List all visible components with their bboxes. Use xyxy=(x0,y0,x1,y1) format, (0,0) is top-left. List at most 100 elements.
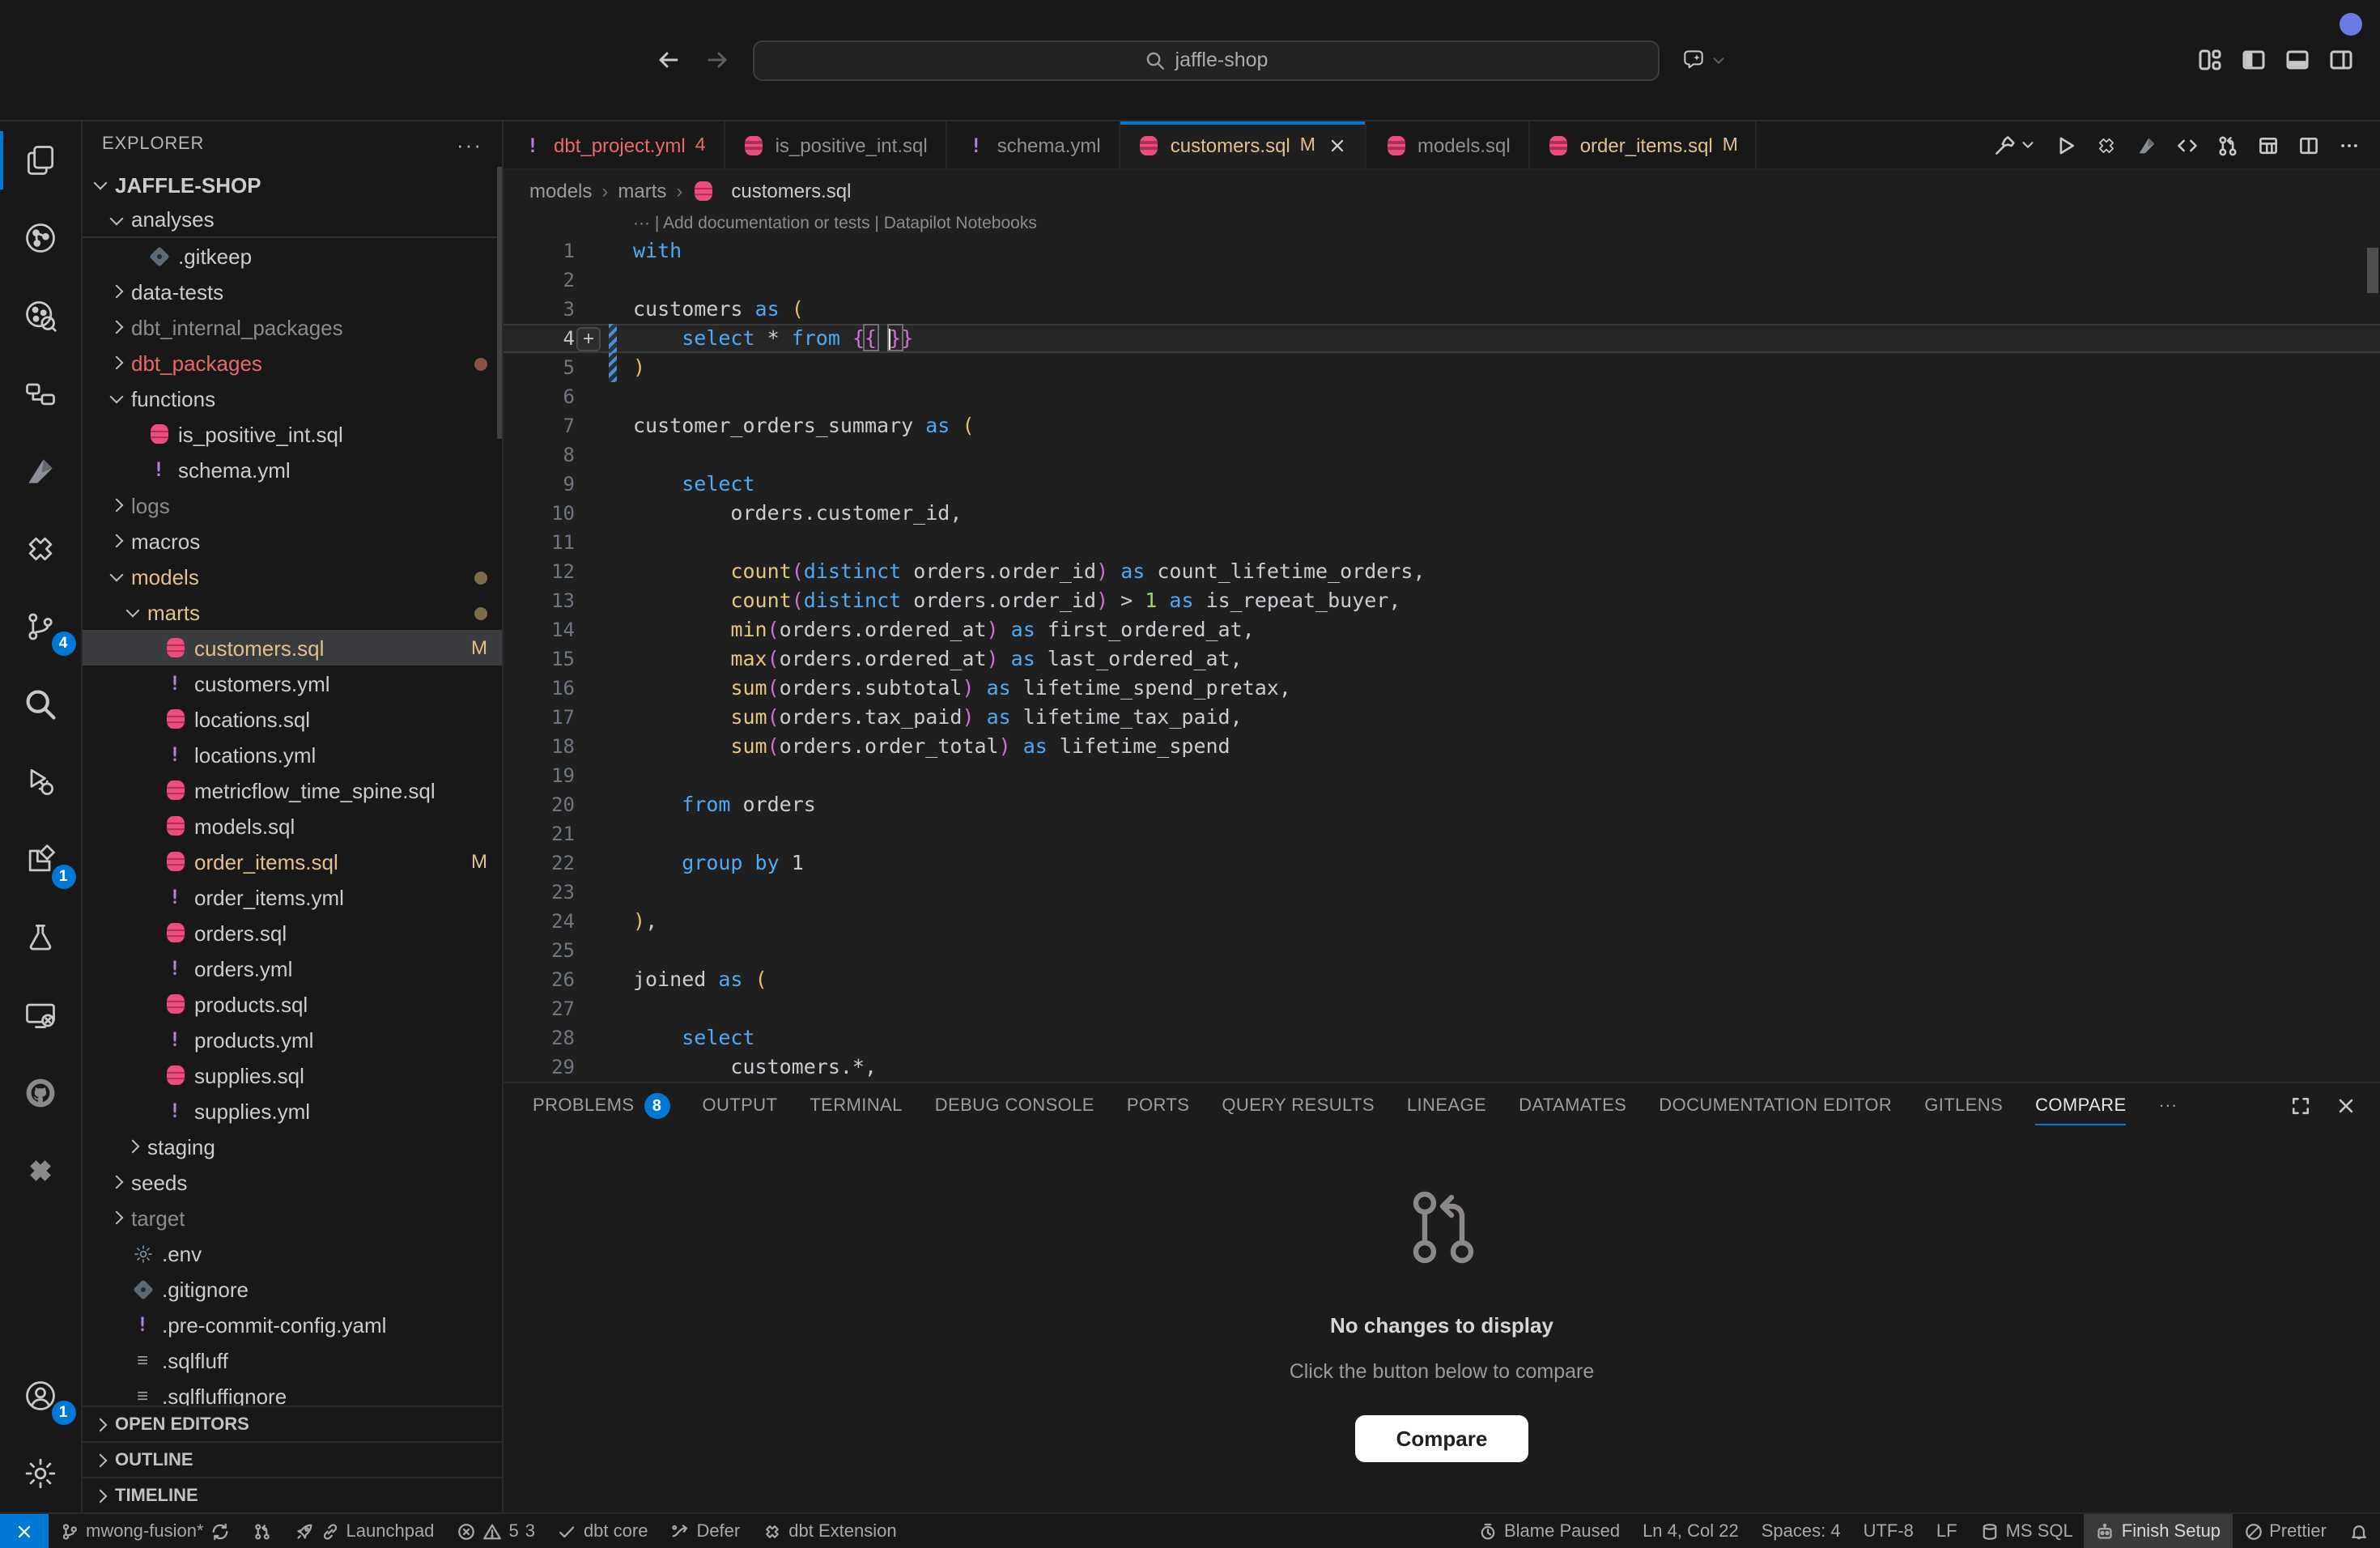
tree-item-supplies.sql[interactable]: supplies.sql xyxy=(83,1057,502,1093)
x-cross-icon[interactable] xyxy=(2095,134,2118,156)
tree-item-schema.yml[interactable]: !schema.yml xyxy=(83,452,502,487)
activity-explorer[interactable] xyxy=(0,121,82,199)
panel-tab-query-results[interactable]: QUERY RESULTS xyxy=(1222,1083,1375,1129)
dbt-logo-icon[interactable] xyxy=(2136,134,2158,156)
panel-tab-lineage[interactable]: LINEAGE xyxy=(1407,1083,1486,1129)
panel-tab-documentation-editor[interactable]: DOCUMENTATION EDITOR xyxy=(1659,1083,1892,1129)
code-line-6[interactable]: 6 xyxy=(504,382,2380,411)
status-encoding[interactable]: UTF-8 xyxy=(1852,1514,1925,1548)
tree-item-supplies.yml[interactable]: !supplies.yml xyxy=(83,1093,502,1129)
code-line-7[interactable]: 7customer_orders_summary as ( xyxy=(504,411,2380,440)
tree-item-.env[interactable]: .env xyxy=(83,1235,502,1271)
tree-item-is_positive_int.sql[interactable]: is_positive_int.sql xyxy=(83,416,502,452)
code-line-4[interactable]: 4+ select * from {{ }} xyxy=(504,324,2380,353)
tree-item-macros[interactable]: macros xyxy=(83,523,502,559)
status-cursor-position[interactable]: Ln 4, Col 22 xyxy=(1631,1514,1750,1548)
add-line-button[interactable]: + xyxy=(576,326,601,351)
status-blame[interactable]: Blame Paused xyxy=(1467,1514,1631,1548)
code-line-28[interactable]: 28 select xyxy=(504,1023,2380,1053)
code-line-20[interactable]: 20 from orders xyxy=(504,790,2380,819)
tree-item-customers.sql[interactable]: customers.sqlM xyxy=(83,630,502,666)
code-line-27[interactable]: 27 xyxy=(504,994,2380,1023)
customize-layout-icon[interactable] xyxy=(2197,47,2223,73)
code-line-15[interactable]: 15 max(orders.ordered_at) as last_ordere… xyxy=(504,644,2380,674)
toggle-secondary-sidebar-icon[interactable] xyxy=(2328,47,2354,73)
panel-tab-compare[interactable]: COMPARE xyxy=(2035,1083,2126,1129)
sidebar-scrollbar[interactable] xyxy=(497,167,502,439)
code-icon[interactable] xyxy=(2176,134,2199,156)
toggle-panel-icon[interactable] xyxy=(2284,47,2310,73)
panel-tab-output[interactable]: OUTPUT xyxy=(702,1083,777,1129)
tree-item-products.yml[interactable]: !products.yml xyxy=(83,1022,502,1057)
tree-item-order_items.yml[interactable]: !order_items.yml xyxy=(83,879,502,915)
forward-icon[interactable] xyxy=(704,47,730,73)
panel-tab-debug-console[interactable]: DEBUG CONSOLE xyxy=(935,1083,1094,1129)
code-line-12[interactable]: 12 count(distinct orders.order_id) as co… xyxy=(504,557,2380,586)
tree-item-dbt_packages[interactable]: dbt_packages xyxy=(83,345,502,381)
breadcrumb-item-marts[interactable]: marts xyxy=(618,180,666,202)
status-finish-setup[interactable]: Finish Setup xyxy=(2085,1514,2232,1548)
copilot-menu[interactable] xyxy=(1681,47,1728,73)
tree-item-.gitignore[interactable]: .gitignore xyxy=(83,1271,502,1307)
play-icon[interactable] xyxy=(2055,134,2077,156)
code-line-2[interactable]: 2 xyxy=(504,266,2380,295)
activity-dbt-lineage[interactable] xyxy=(0,199,82,277)
tree-item-logs[interactable]: logs xyxy=(83,487,502,523)
panel-tab-datamates[interactable]: DATAMATES xyxy=(1519,1083,1626,1129)
maximize-panel-icon[interactable] xyxy=(2289,1095,2312,1117)
status-branch[interactable]: mwong-fusion* xyxy=(49,1514,241,1548)
command-center-search[interactable]: jaffle-shop xyxy=(753,40,1660,80)
activity-run-debug[interactable] xyxy=(0,743,82,821)
tree-item-models.sql[interactable]: models.sql xyxy=(83,808,502,844)
breadcrumb-item-models[interactable]: models xyxy=(529,180,592,202)
code-line-17[interactable]: 17 sum(orders.tax_paid) as lifetime_tax_… xyxy=(504,703,2380,732)
code-line-5[interactable]: 5) xyxy=(504,353,2380,382)
code-line-23[interactable]: 23 xyxy=(504,878,2380,907)
status-problems[interactable]: 53 xyxy=(445,1514,546,1548)
status-notifications[interactable] xyxy=(2338,1514,2380,1548)
explorer-more-icon[interactable]: ··· xyxy=(457,132,482,156)
panel-tab-gitlens[interactable]: GITLENS xyxy=(1924,1083,2003,1129)
tree-item-dbt_internal_packages[interactable]: dbt_internal_packages xyxy=(83,309,502,345)
tree-item-data-tests[interactable]: data-tests xyxy=(83,274,502,309)
panel-tab-···[interactable]: ··· xyxy=(2159,1083,2178,1129)
code-line-13[interactable]: 13 count(distinct orders.order_id) > 1 a… xyxy=(504,586,2380,615)
status-prettier[interactable]: Prettier xyxy=(2232,1514,2338,1548)
panel-tab-terminal[interactable]: TERMINAL xyxy=(810,1083,902,1129)
tree-item-orders.yml[interactable]: !orders.yml xyxy=(83,950,502,986)
code-line-19[interactable]: 19 xyxy=(504,761,2380,790)
tree-item-products.sql[interactable]: products.sql xyxy=(83,986,502,1022)
activity-dbt-power-user[interactable] xyxy=(0,510,82,588)
tab-models.sql[interactable]: models.sql xyxy=(1367,121,1530,168)
activity-search[interactable] xyxy=(0,666,82,743)
activity-source-control[interactable]: 4 xyxy=(0,588,82,666)
code-line-24[interactable]: 24), xyxy=(504,907,2380,936)
tree-item-models[interactable]: models xyxy=(83,559,502,594)
tree-item-seeds[interactable]: seeds xyxy=(83,1164,502,1200)
activity-github[interactable] xyxy=(0,1054,82,1132)
close-panel-icon[interactable] xyxy=(2335,1095,2357,1117)
code-line-3[interactable]: 3customers as ( xyxy=(504,295,2380,324)
tab-dbt_project.yml[interactable]: !dbt_project.yml4 xyxy=(504,121,725,168)
activity-accounts[interactable]: 1 xyxy=(0,1357,82,1435)
back-icon[interactable] xyxy=(656,47,682,73)
status-launchpad[interactable]: Launchpad xyxy=(283,1514,446,1548)
activity-dbt-lineage-search[interactable] xyxy=(0,277,82,355)
tree-item-customers.yml[interactable]: !customers.yml xyxy=(83,666,502,701)
tab-customers.sql[interactable]: customers.sqlM xyxy=(1120,121,1367,168)
codelens[interactable]: ··· | Add documentation or tests | Datap… xyxy=(504,212,2380,236)
status-eol[interactable]: LF xyxy=(1925,1514,1969,1548)
tree-item-JAFFLE-SHOP[interactable]: JAFFLE-SHOP xyxy=(83,167,502,202)
tree-item-.sqlfluff[interactable]: ≡.sqlfluff xyxy=(83,1342,502,1378)
code-line-22[interactable]: 22 group by 1 xyxy=(504,848,2380,878)
compare-button[interactable]: Compare xyxy=(1356,1415,1528,1462)
activity-dbt-power-user-alt[interactable] xyxy=(0,1132,82,1210)
git-compare-icon[interactable] xyxy=(2216,134,2239,156)
code-line-10[interactable]: 10 orders.customer_id, xyxy=(504,499,2380,528)
table-icon[interactable] xyxy=(2257,134,2280,156)
status-language-mode[interactable]: MS SQL xyxy=(1969,1514,2085,1548)
tree-item-locations.sql[interactable]: locations.sql xyxy=(83,701,502,737)
editor-scrollbar[interactable] xyxy=(2367,248,2378,293)
code-line-18[interactable]: 18 sum(orders.order_total) as lifetime_s… xyxy=(504,732,2380,761)
tree-item-staging[interactable]: staging xyxy=(83,1129,502,1164)
